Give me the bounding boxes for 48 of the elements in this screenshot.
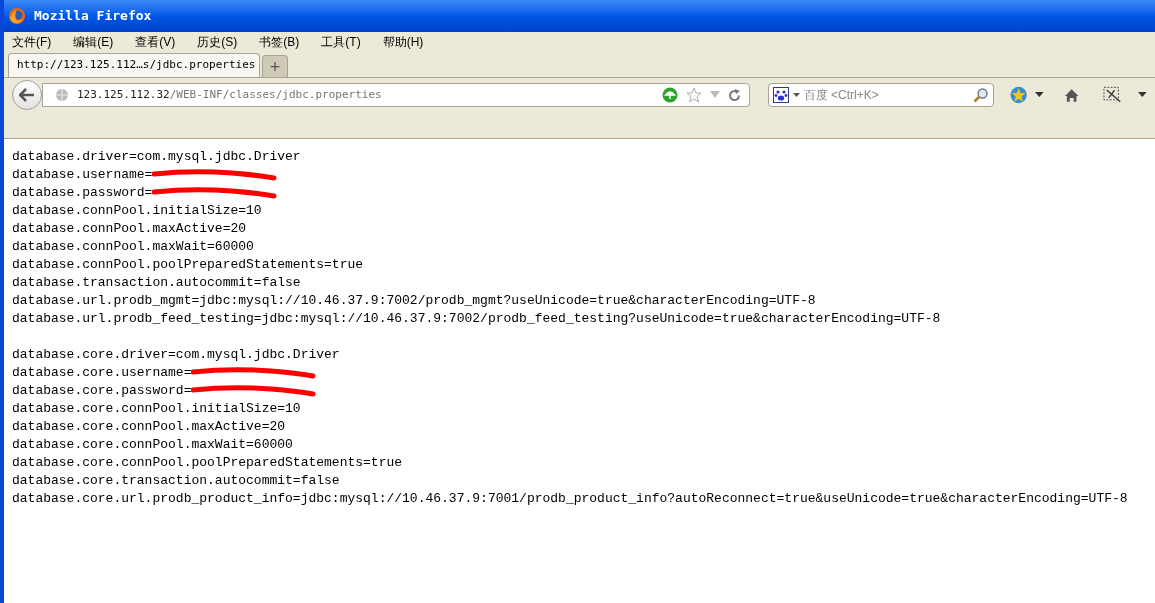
back-button[interactable] bbox=[12, 80, 42, 110]
property-line: database.transaction.autocommit=false bbox=[12, 274, 301, 292]
property-line: database.core.url.prodb_product_info=jdbc:mysql://10.46.37.9:7001/prodb_product_info?autoReconnect=true&useUnicode=true&characterEncoding=UTF-8 bbox=[12, 490, 1128, 508]
url-text: 123.125.112.32/WEB-INF/classes/jdbc.properties bbox=[77, 86, 383, 103]
caret-icon[interactable] bbox=[792, 92, 800, 98]
search-field[interactable]: 百度 <Ctrl+K> bbox=[767, 83, 994, 107]
property-line: database.username= bbox=[12, 166, 153, 184]
menu-item[interactable]: 书签(B) bbox=[259, 33, 300, 51]
property-line: database.connPool.poolPreparedStatements=true bbox=[12, 256, 364, 274]
property-line: database.driver=com.mysql.jdbc.Driver bbox=[12, 148, 301, 166]
property-line: database.url.prodb_feed_testing=jdbc:mysql://10.46.37.9:7002/prodb_feed_testing?useUnicode=true&characterEncoding=UTF-8 bbox=[12, 310, 941, 328]
paw-icon[interactable] bbox=[772, 87, 789, 103]
search-input[interactable]: 百度 <Ctrl+K> bbox=[803, 86, 969, 104]
property-line: database.connPool.maxWait=60000 bbox=[12, 238, 254, 256]
screenshot-icon[interactable] bbox=[1103, 86, 1123, 104]
back-arrow-icon bbox=[19, 88, 35, 102]
home-icon[interactable] bbox=[1063, 87, 1080, 103]
property-line: database.core.connPool.poolPreparedStatements=true bbox=[12, 454, 403, 472]
star-badge-icon[interactable] bbox=[1009, 86, 1028, 104]
address-field[interactable]: 123.125.112.32/WEB-INF/classes/jdbc.properties bbox=[42, 83, 750, 107]
go-icon[interactable] bbox=[661, 87, 678, 103]
menu-item[interactable]: 工具(T) bbox=[321, 33, 361, 51]
caret-icon[interactable] bbox=[1035, 92, 1044, 98]
property-line: database.core.connPool.initialSize=10 bbox=[12, 400, 301, 418]
property-line: database.core.transaction.autocommit=false bbox=[12, 472, 340, 490]
property-line: database.core.username= bbox=[12, 364, 192, 382]
property-line: database.core.connPool.maxActive=20 bbox=[12, 418, 286, 436]
globe-icon bbox=[55, 88, 69, 102]
property-line: database.password= bbox=[12, 184, 153, 202]
window-title: Mozilla Firefox bbox=[34, 7, 152, 26]
caret-icon[interactable] bbox=[1138, 92, 1147, 98]
menu-item[interactable]: 文件(F) bbox=[12, 33, 52, 51]
browser-tab[interactable]: http://123.125.112…s/jdbc.properties bbox=[8, 53, 260, 77]
menu-item[interactable]: 历史(S) bbox=[197, 33, 238, 51]
menu-item[interactable]: 查看(V) bbox=[135, 33, 176, 51]
property-line: database.connPool.initialSize=10 bbox=[12, 202, 262, 220]
property-line: database.connPool.maxActive=20 bbox=[12, 220, 247, 238]
property-line: database.core.password= bbox=[12, 382, 192, 400]
property-line: database.url.prodb_mgmt=jdbc:mysql://10.46.37.9:7002/prodb_mgmt?useUnicode=true&characterEncoding=UTF-8 bbox=[12, 292, 816, 310]
new-tab-button[interactable]: + bbox=[262, 55, 288, 77]
search-icon[interactable] bbox=[972, 87, 989, 103]
property-line: database.core.driver=com.mysql.jdbc.Driver bbox=[12, 346, 340, 364]
menu-item[interactable]: 编辑(E) bbox=[73, 33, 114, 51]
reload-icon[interactable] bbox=[727, 88, 741, 102]
firefox-logo-icon bbox=[8, 7, 26, 25]
star-icon[interactable] bbox=[685, 87, 702, 103]
menu-item[interactable]: 帮助(H) bbox=[382, 33, 424, 51]
property-line: database.core.connPool.maxWait=60000 bbox=[12, 436, 293, 454]
